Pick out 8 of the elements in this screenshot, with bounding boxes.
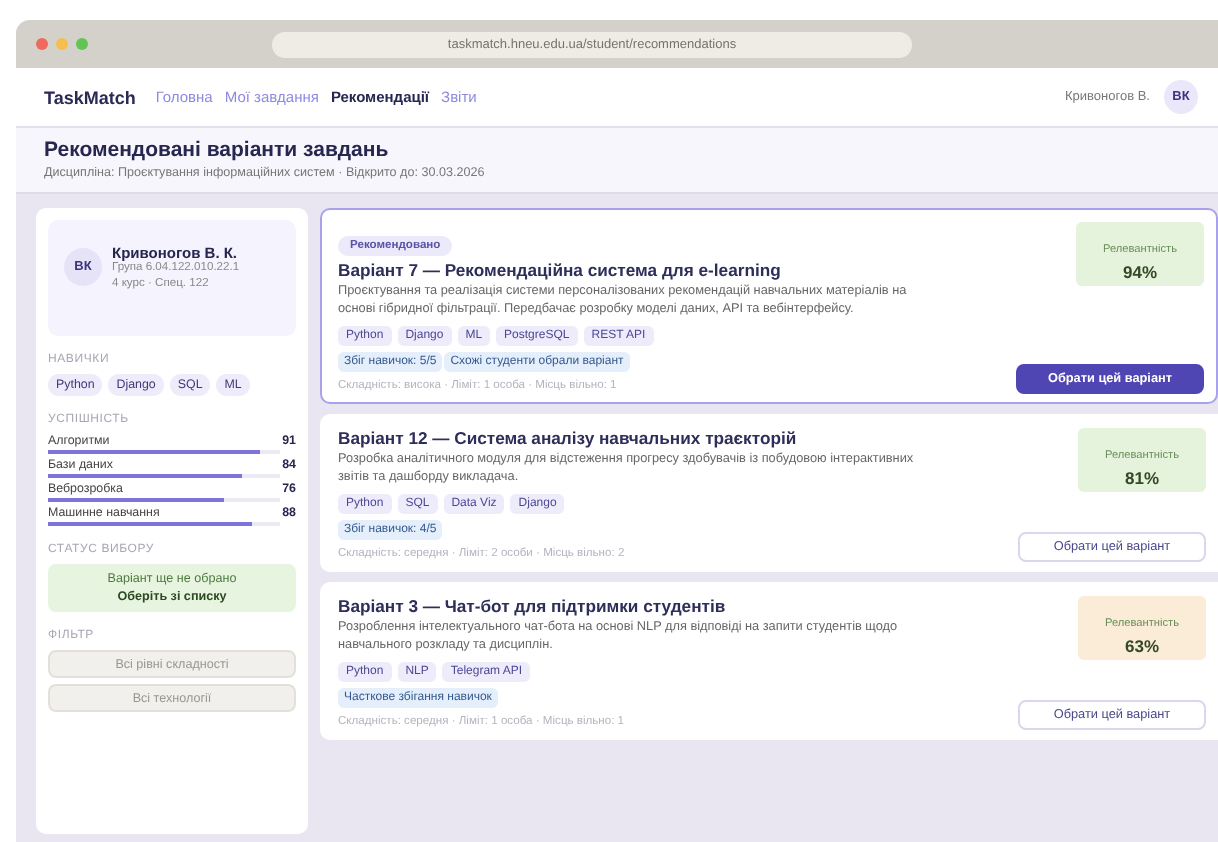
brand-logo: TaskMatch [44,87,136,107]
close-dot[interactable] [36,38,48,50]
variant-title: Варіант 12 — Система аналізу навчальних траєкторій [338,427,797,448]
variant-title: Варіант 3 — Чат-бот для підтримки студентів [338,595,726,616]
minimize-dot[interactable] [56,38,68,50]
variant-title: Варіант 7 — Рекомендаційна система для e-learning [338,260,781,280]
maximize-dot[interactable] [76,38,88,50]
page-title: Рекомендовані варіанти завдань [44,138,391,162]
